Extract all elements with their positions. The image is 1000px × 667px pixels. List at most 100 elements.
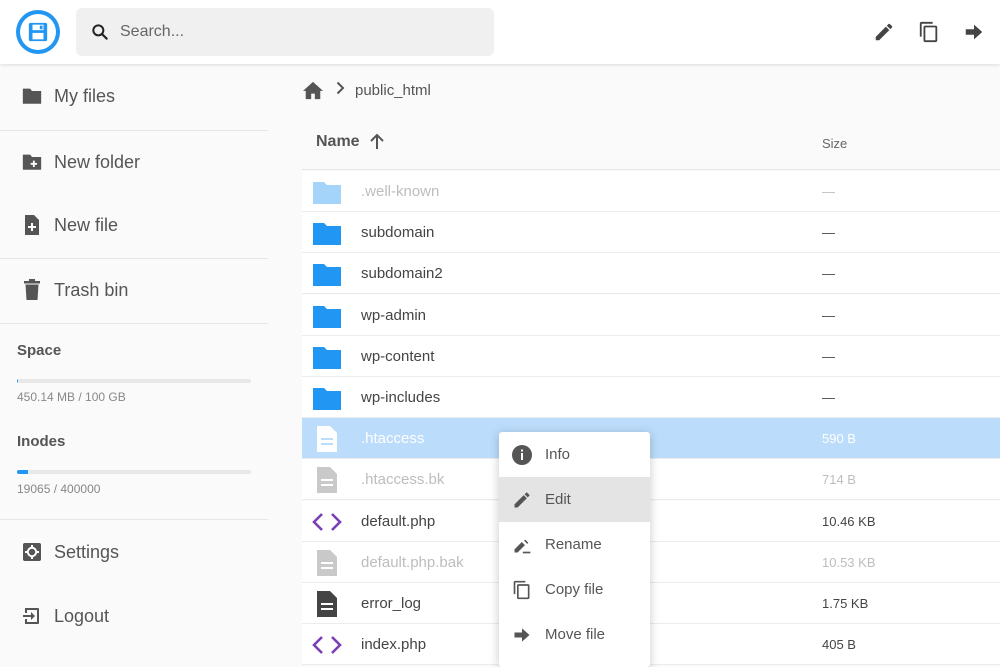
- context-item-copy-file[interactable]: Copy file: [499, 567, 650, 612]
- file-size: —: [822, 184, 835, 199]
- table-row[interactable]: default.php.bak 10.53 KB: [302, 541, 1000, 583]
- app-logo[interactable]: [16, 10, 60, 54]
- code-icon: [312, 508, 342, 536]
- space-usage-fill: [17, 379, 19, 383]
- file-size: —: [822, 225, 835, 241]
- context-menu: Info Edit Rename Copy file Move file: [499, 432, 650, 667]
- sidebar-item-my-files[interactable]: My files: [0, 64, 268, 128]
- sidebar-item-new-folder[interactable]: New folder: [0, 130, 268, 194]
- table-row[interactable]: wp-admin —: [302, 294, 1000, 336]
- sidebar-item-label: My files: [54, 85, 116, 106]
- context-item-move-file[interactable]: Move file: [499, 612, 650, 657]
- table-row[interactable]: default.php 10.46 KB: [302, 500, 1000, 542]
- context-item-label: Info: [545, 446, 571, 463]
- file-name: index.php: [361, 636, 427, 654]
- sidebar-item-label: New folder: [54, 151, 141, 172]
- file-name: wp-content: [361, 347, 435, 365]
- file-icon: [312, 466, 342, 494]
- sidebar-item-label: New file: [54, 214, 119, 235]
- copy-button[interactable]: [917, 20, 941, 44]
- edit-icon: [875, 23, 893, 41]
- folder-icon: [312, 219, 342, 247]
- listing-header: Name Size: [302, 116, 1000, 170]
- new-file-icon: [21, 214, 43, 236]
- move-icon: [511, 624, 533, 646]
- info-icon: [511, 444, 533, 466]
- file-size: 714 B: [822, 472, 856, 488]
- home-icon[interactable]: [302, 80, 324, 100]
- sidebar-divider: [0, 323, 268, 324]
- search-input[interactable]: [120, 23, 480, 41]
- file-size: —: [822, 348, 835, 364]
- search-box[interactable]: [76, 8, 494, 56]
- file-name: .htaccess.bk: [361, 471, 445, 489]
- space-title: Space: [17, 342, 62, 359]
- trash-icon: [21, 279, 43, 301]
- sidebar-item-logout[interactable]: Logout: [0, 584, 268, 648]
- sidebar-item-label: Logout: [54, 605, 110, 626]
- table-row[interactable]: .well-known —: [302, 171, 1000, 212]
- breadcrumb-current[interactable]: public_html: [355, 82, 431, 99]
- table-row[interactable]: subdomain2 —: [302, 253, 1000, 295]
- file-size: 1.75 KB: [822, 596, 869, 611]
- folder-icon: [312, 260, 342, 288]
- rename-icon: [511, 534, 533, 556]
- file-listing: Name Size .well-known — subdomain — subdomai…: [302, 116, 1000, 667]
- file-name: default.php.bak: [361, 553, 464, 571]
- file-size: 10.53 KB: [822, 554, 876, 570]
- top-bar: [0, 0, 1000, 64]
- file-size: —: [822, 390, 835, 405]
- file-icon: [312, 590, 342, 618]
- table-row[interactable]: error_log 1.75 KB: [302, 583, 1000, 624]
- context-item-info[interactable]: Info: [499, 432, 650, 477]
- sidebar-item-trash-bin[interactable]: Trash bin: [0, 258, 268, 322]
- sidebar-item-new-file[interactable]: New file: [0, 193, 268, 257]
- folder-icon: [312, 302, 342, 330]
- folder-icon: [312, 343, 342, 371]
- name-column-header[interactable]: Name: [316, 133, 386, 151]
- file-size: 405 B: [822, 637, 856, 653]
- context-item-label: Copy file: [545, 581, 604, 598]
- edit-button[interactable]: [872, 20, 896, 44]
- breadcrumb: public_html: [302, 76, 431, 104]
- table-row[interactable]: index.php 405 B: [302, 624, 1000, 666]
- sidebar-item-label: Trash bin: [54, 279, 129, 300]
- chevron-right-icon: [336, 81, 345, 100]
- settings-icon: [21, 541, 43, 563]
- file-icon: [312, 549, 342, 577]
- context-item-edit[interactable]: Edit: [499, 477, 650, 522]
- file-size: 590 B: [822, 431, 856, 447]
- folder-icon: [21, 85, 43, 107]
- file-name: subdomain: [361, 224, 435, 242]
- context-item-label: Rename: [545, 536, 602, 553]
- move-button[interactable]: [962, 20, 986, 44]
- sidebar-item-settings[interactable]: Settings: [0, 520, 268, 584]
- inodes-usage-bar: [17, 470, 251, 474]
- size-column-header[interactable]: Size: [822, 136, 847, 151]
- table-row[interactable]: subdomain —: [302, 212, 1000, 254]
- file-name: wp-admin: [361, 306, 427, 324]
- inodes-title: Inodes: [17, 433, 66, 450]
- sidebar: My files New folder New file Trash bin S…: [0, 64, 268, 667]
- table-row[interactable]: .htaccess 590 B: [302, 418, 1000, 460]
- table-row[interactable]: wp-content —: [302, 335, 1000, 377]
- file-name: subdomain2: [361, 265, 443, 283]
- file-icon: [312, 425, 342, 453]
- copy-icon: [511, 579, 533, 601]
- folder-icon: [312, 178, 342, 206]
- logo-inner: [20, 14, 56, 50]
- table-row[interactable]: .htaccess.bk 714 B: [302, 459, 1000, 501]
- arrow-up-icon: [369, 133, 384, 149]
- table-row[interactable]: wp-includes —: [302, 377, 1000, 418]
- search-icon: [92, 24, 108, 40]
- code-icon: [312, 631, 342, 659]
- space-usage-text: 450.14 MB / 100 GB: [17, 390, 126, 404]
- file-name: .well-known: [361, 183, 440, 200]
- context-item-rename[interactable]: Rename: [499, 522, 650, 567]
- logout-icon: [21, 605, 43, 627]
- folder-icon: [312, 384, 342, 412]
- file-size: —: [822, 307, 835, 323]
- file-size: —: [822, 266, 835, 282]
- context-item-label: Move file: [545, 626, 606, 643]
- file-name: default.php: [361, 512, 436, 530]
